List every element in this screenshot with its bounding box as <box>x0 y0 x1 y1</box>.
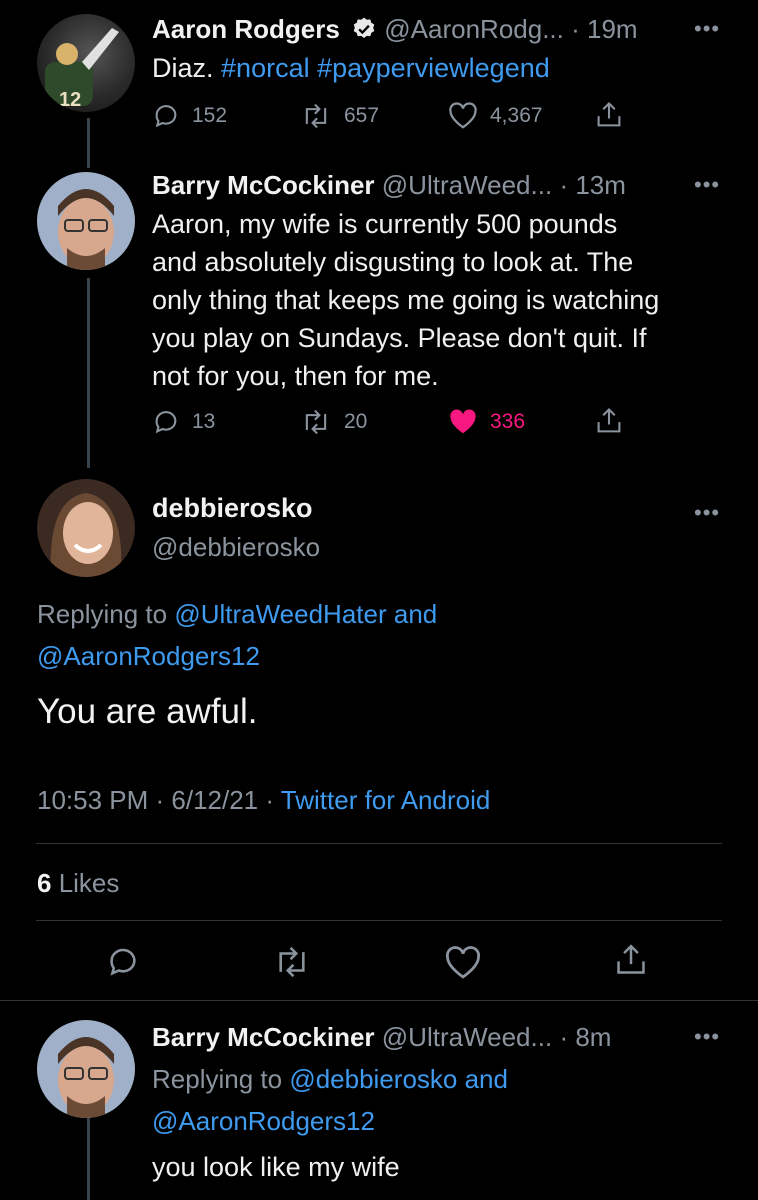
tweet1-hashtags[interactable]: #norcal #payperviewlegend <box>221 53 550 83</box>
main-tweet-source[interactable]: Twitter for Android <box>281 785 491 815</box>
tweet1-reply-button[interactable]: 152 <box>152 102 227 130</box>
tweet2-reply-button[interactable]: 13 <box>152 408 215 436</box>
liked-heart-icon <box>450 409 476 434</box>
tweet2-time[interactable]: · 13m <box>559 170 625 200</box>
tweet2-line: not for you, then for me. <box>152 361 439 391</box>
svg-text:12: 12 <box>59 89 81 111</box>
share-icon <box>617 944 645 974</box>
avatar-barry-image <box>58 189 114 270</box>
avatar-debbie[interactable] <box>37 479 135 577</box>
main-tweet-timestamp[interactable]: 10:53 PM · 6/12/21 · <box>37 785 281 815</box>
more-icon[interactable]: ••• <box>694 172 720 198</box>
main-like-button[interactable] <box>444 946 482 985</box>
tweet1-header: Aaron Rodgers @AaronRodg... · 19m <box>152 14 638 49</box>
reply-name[interactable]: Barry McCockiner <box>152 1022 375 1052</box>
tweet2-reply-count: 13 <box>192 410 216 433</box>
likes-count: 6 <box>37 868 52 898</box>
main-tweet-name[interactable]: debbierosko <box>152 493 313 524</box>
tweet1-handle[interactable]: @AaronRodg... <box>384 14 564 44</box>
reply-icon <box>110 948 136 976</box>
tweet1-like-button[interactable]: 4,367 <box>448 102 543 130</box>
tweet1-share-button[interactable] <box>595 100 623 130</box>
replying-prefix: Replying to <box>37 599 175 629</box>
replying-user-link[interactable]: @AaronRodgers12 <box>152 1106 375 1136</box>
section-divider <box>0 1000 758 1001</box>
tweet2-retweet-count: 20 <box>344 410 368 433</box>
tweet2-name[interactable]: Barry McCockiner <box>152 170 375 200</box>
avatar-aaron-image: 12 <box>45 28 119 111</box>
thread-line-1 <box>87 118 90 168</box>
retweet-icon <box>305 103 327 129</box>
verified-badge-icon <box>351 16 377 49</box>
retweet-icon <box>279 946 305 978</box>
reply-replying: Replying to @debbierosko and @AaronRodge… <box>152 1058 508 1142</box>
main-share-button[interactable] <box>614 942 648 983</box>
replying-prefix: Replying to <box>152 1064 290 1094</box>
reply-header: Barry McCockiner @UltraWeed... · 8m <box>152 1022 611 1053</box>
reply-icon <box>155 411 177 434</box>
reply-time[interactable]: · 8m <box>559 1022 611 1052</box>
main-retweet-button[interactable] <box>272 945 312 984</box>
tweet2-like-button[interactable]: 336 <box>448 408 525 436</box>
tweet2-header: Barry McCockiner @UltraWeed... · 13m <box>152 170 626 201</box>
share-icon <box>597 101 621 127</box>
tweet1-retweet-button[interactable]: 657 <box>300 102 379 130</box>
tweet2-line: and absolutely disgusting to look at. Th… <box>152 247 634 277</box>
main-tweet-replying: Replying to @UltraWeedHater and @AaronRo… <box>37 593 437 677</box>
like-icon <box>449 102 477 129</box>
avatar-debbie-image <box>50 493 122 577</box>
like-icon <box>445 946 481 979</box>
tweet2-retweet-button[interactable]: 20 <box>300 408 367 436</box>
replying-user-link[interactable]: @AaronRodgers12 <box>37 641 260 671</box>
tweet1-text: Diaz. #norcal #payperviewlegend <box>152 49 550 87</box>
tweet1-name[interactable]: Aaron Rodgers <box>152 14 340 44</box>
thread-line-2 <box>87 278 90 468</box>
main-tweet-handle[interactable]: @debbierosko <box>152 532 320 563</box>
avatar-barry[interactable] <box>37 1020 135 1118</box>
more-icon[interactable]: ••• <box>694 500 720 526</box>
main-reply-button[interactable] <box>106 945 140 984</box>
share-icon <box>597 407 621 433</box>
avatar-barry-image <box>58 1037 114 1118</box>
main-tweet-text: You are awful. <box>37 692 258 731</box>
tweet2-line: you play on Sundays. Please don't quit. … <box>152 323 647 353</box>
more-icon[interactable]: ••• <box>694 1024 720 1050</box>
likes-label: Likes <box>51 868 120 898</box>
tweet1-text-plain: Diaz. <box>152 53 222 83</box>
reply-icon <box>155 105 177 128</box>
avatar-barry[interactable] <box>37 172 135 270</box>
avatar-aaron[interactable]: 12 <box>37 14 135 112</box>
retweet-icon <box>305 409 327 435</box>
main-tweet-meta: 10:53 PM · 6/12/21 · Twitter for Android <box>37 785 490 816</box>
tweet2-text: Aaron, my wife is currently 500 pounds a… <box>152 205 659 395</box>
divider <box>36 843 722 844</box>
replying-user-link[interactable]: @UltraWeedHater <box>174 599 386 629</box>
tweet2-handle[interactable]: @UltraWeed... <box>382 170 552 200</box>
tweet2-share-button[interactable] <box>595 406 623 436</box>
tweet1-reply-count: 152 <box>192 104 228 127</box>
tweet1-time[interactable]: · 19m <box>571 14 637 44</box>
reply-handle[interactable]: @UltraWeed... <box>382 1022 552 1052</box>
divider <box>36 920 722 921</box>
tweet2-like-count: 336 <box>490 410 526 433</box>
tweet2-line: Aaron, my wife is currently 500 pounds <box>152 209 618 239</box>
tweet2-line: only thing that keeps me going is watchi… <box>152 285 660 315</box>
more-icon[interactable]: ••• <box>694 16 720 42</box>
replying-user-link[interactable]: @debbierosko <box>289 1064 457 1094</box>
tweet1-retweet-count: 657 <box>344 104 380 127</box>
tweet1-like-count: 4,367 <box>490 104 543 127</box>
likes-summary[interactable]: 6 Likes <box>37 868 119 899</box>
replying-and: and <box>457 1064 508 1094</box>
replying-and: and <box>386 599 438 629</box>
reply-text: you look like my wife <box>152 1152 400 1182</box>
